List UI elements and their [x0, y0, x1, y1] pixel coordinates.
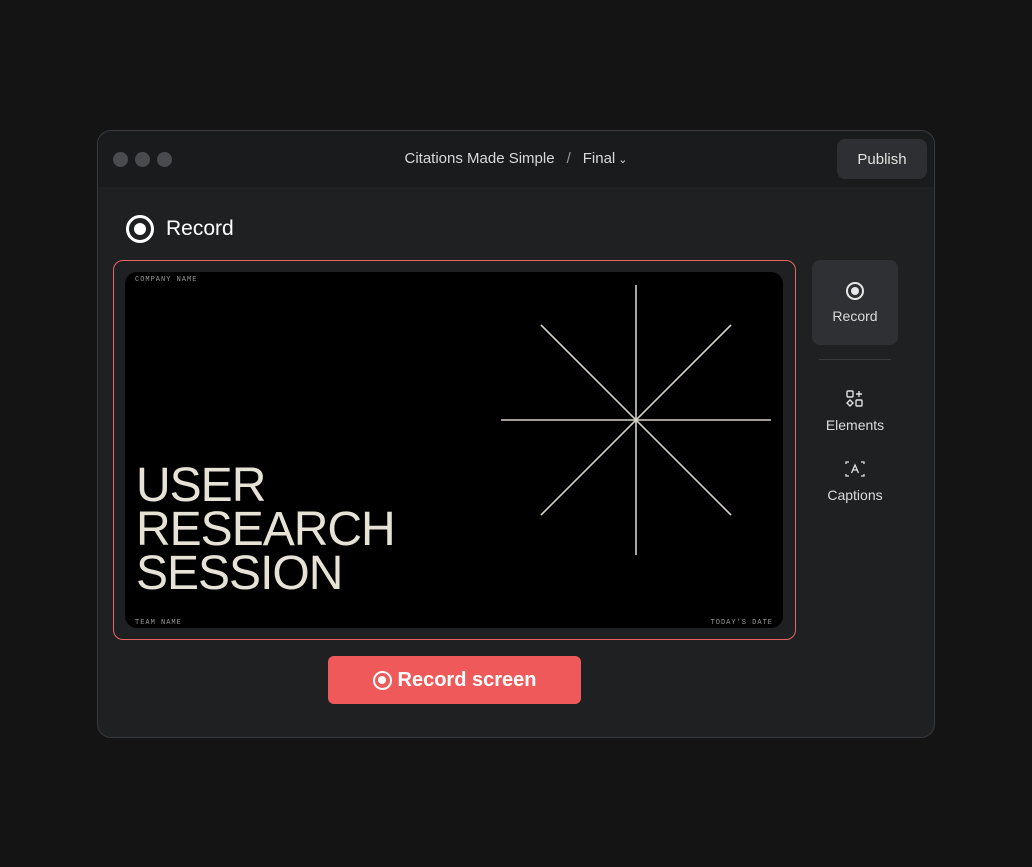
tool-sidebar: Record Elements Captions — [812, 260, 898, 516]
date-text: TODAY'S DATE — [710, 619, 773, 627]
breadcrumb-project[interactable]: Citations Made Simple — [405, 150, 555, 167]
sidebar-divider — [819, 359, 891, 360]
page-title: Record — [166, 217, 234, 240]
sidebar-item-elements[interactable]: Elements — [812, 376, 898, 446]
breadcrumb-separator: / — [566, 150, 571, 167]
record-icon — [126, 215, 154, 243]
title-bar: Citations Made Simple / Final ⌄ Publish — [98, 131, 934, 187]
sidebar-item-label: Elements — [825, 417, 885, 433]
headline-line: SESSION — [136, 547, 343, 600]
chevron-down-icon: ⌄ — [618, 154, 628, 166]
app-window: Citations Made Simple / Final ⌄ Publish Rec… — [97, 130, 935, 738]
record-icon — [372, 670, 392, 690]
sidebar-item-label: Record — [832, 307, 878, 324]
company-name-text: COMPANY NAME — [135, 276, 198, 284]
version-label: Final — [582, 150, 616, 167]
team-name-text: TEAM NAME — [135, 619, 182, 627]
version-dropdown[interactable]: Final ⌄ — [583, 150, 628, 167]
captions-icon — [845, 461, 865, 477]
panel-heading: Record — [126, 215, 234, 243]
slide-canvas: COMPANY NAME USER RESEARCH SESSION TEAM … — [125, 272, 783, 628]
record-icon — [846, 281, 864, 300]
sidebar-item-label: Captions — [827, 487, 883, 503]
breadcrumb: Citations Made Simple / Final ⌄ — [98, 150, 934, 167]
record-screen-button[interactable]: Record screen — [328, 656, 581, 704]
sidebar-item-captions[interactable]: Captions — [812, 446, 898, 516]
recording-preview[interactable]: COMPANY NAME USER RESEARCH SESSION TEAM … — [113, 260, 796, 640]
slide-headline: USER RESEARCH SESSION — [136, 459, 396, 600]
headline-line: USER — [136, 459, 266, 512]
headline-line: RESEARCH — [136, 503, 396, 556]
elements-icon — [846, 390, 863, 407]
starburst-graphic — [501, 285, 771, 555]
sidebar-item-record[interactable]: Record — [812, 260, 898, 345]
record-screen-label: Record screen — [397, 668, 537, 691]
publish-button[interactable]: Publish — [837, 139, 927, 179]
